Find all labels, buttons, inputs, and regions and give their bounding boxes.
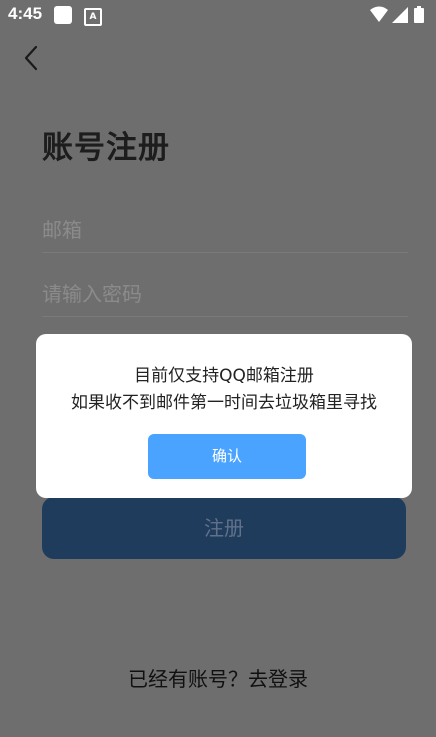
password-field[interactable]: 请输入密码 (42, 272, 408, 317)
confirm-button[interactable]: 确认 (148, 434, 306, 479)
page-title: 账号注册 (42, 130, 170, 166)
login-link[interactable]: 已经有账号？去登录 (0, 663, 436, 692)
status-icons (370, 6, 424, 23)
back-arrow-icon[interactable] (20, 44, 44, 72)
status-time: 4:45 (8, 4, 43, 23)
battery-icon (414, 8, 424, 23)
email-field[interactable]: 邮箱 (42, 208, 408, 253)
notice-dialog: 目前仅支持QQ邮箱注册 如果收不到邮件第一时间去垃圾箱里寻找 确认 (36, 334, 412, 498)
notification-square-icon (54, 6, 72, 24)
dialog-message-line-1: 目前仅支持QQ邮箱注册 (134, 366, 314, 386)
dialog-message-line-2: 如果收不到邮件第一时间去垃圾箱里寻找 (71, 393, 377, 413)
register-button[interactable]: 注册 (42, 497, 406, 559)
status-bar: 4:45 A (0, 0, 436, 30)
wifi-icon (370, 6, 388, 22)
a-badge-icon: A (84, 8, 102, 26)
signal-icon (392, 7, 408, 23)
